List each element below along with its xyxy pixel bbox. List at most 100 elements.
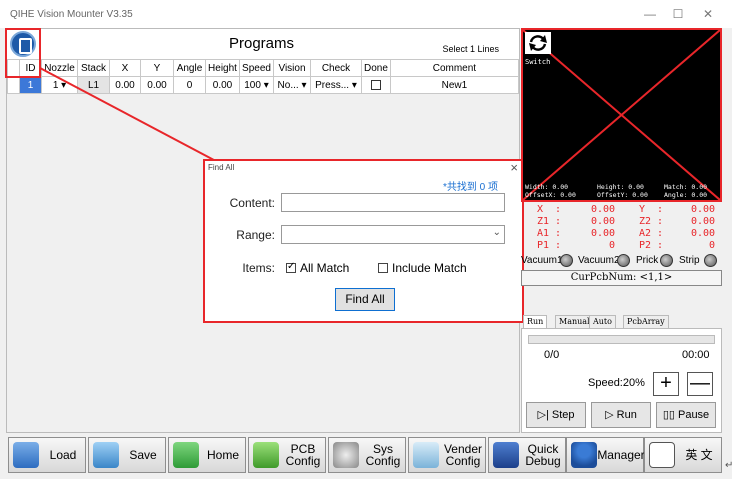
speed-minus-button[interactable]: —: [687, 372, 713, 396]
chevron-down-icon[interactable]: ⌄: [493, 227, 501, 238]
include-match-label: Include Match: [392, 261, 467, 275]
switch-arrows: [529, 35, 547, 51]
cell-y[interactable]: 0.00: [140, 76, 174, 94]
cell-angle[interactable]: 0: [173, 76, 206, 94]
pause-label: Pause: [677, 409, 710, 421]
a1-label: A1 :: [537, 228, 562, 239]
step-button[interactable]: ▷| Step: [526, 402, 586, 428]
gears-icon: [333, 442, 359, 468]
col-vision[interactable]: Vision: [273, 59, 311, 77]
pcb-config-button[interactable]: PCB Config: [248, 437, 326, 473]
axis-coordinates: X : 0.00 Y : 0.00 Z1 : 0.00 Z2 : 0.00 A1…: [521, 204, 722, 252]
all-match-label: All Match: [300, 261, 350, 275]
all-match-checkbox[interactable]: [286, 261, 296, 273]
col-x[interactable]: X: [109, 59, 141, 77]
main-window: QIHE Vision Mounter V3.35 — ☐ ✕ Programs…: [0, 0, 732, 479]
table-row[interactable]: 1 1 ▾ L1 0.00 0.00 0 0.00 100 ▾ No... ▾ …: [7, 76, 519, 94]
col-y[interactable]: Y: [140, 59, 174, 77]
cell-x[interactable]: 0.00: [109, 76, 141, 94]
cell-comment[interactable]: New1: [389, 76, 519, 94]
pause-icon: ▯▯: [662, 409, 675, 421]
chevron-down-icon[interactable]: ▾: [352, 80, 357, 91]
quick-debug-button[interactable]: Quick Debug: [488, 437, 566, 473]
col-comment[interactable]: Comment: [389, 59, 519, 77]
x-label: X :: [537, 204, 562, 215]
tab-manual[interactable]: Manual: [555, 315, 594, 329]
col-stack[interactable]: Stack: [77, 59, 110, 77]
nozzle-value: 1: [52, 79, 59, 91]
cell-check[interactable]: Press... ▾: [310, 76, 362, 94]
run-button[interactable]: ▷ Run: [591, 402, 651, 428]
range-select[interactable]: ⌄: [281, 225, 505, 244]
dialog-close-icon[interactable]: ×: [510, 160, 518, 175]
maximize-button[interactable]: ☐: [668, 6, 688, 22]
cell-stack[interactable]: L1: [77, 76, 110, 94]
sys-config-label: Sys Config: [365, 442, 401, 468]
vacuum2-led: [617, 254, 630, 267]
title-bar: QIHE Vision Mounter V3.35 — ☐ ✕: [0, 0, 732, 28]
tab-run[interactable]: Run: [523, 315, 548, 329]
folder-icon: [13, 442, 39, 468]
status-indicators: Vacuum1 Vacuum2 Prick Strip: [521, 253, 722, 269]
done-checkbox[interactable]: [370, 79, 381, 90]
run-time: 00:00: [682, 349, 710, 361]
step-label: Step: [551, 409, 575, 421]
annotation-highlight-find-button: [5, 28, 41, 78]
programs-header: Programs Select 1 Lines: [7, 29, 519, 59]
minimize-button[interactable]: —: [640, 6, 660, 22]
vacuum1-label: Vacuum1: [521, 255, 563, 266]
camera-height-info: Height: 0.00 OffsetY: 0.00: [597, 183, 648, 199]
col-nozzle[interactable]: Nozzle: [41, 59, 78, 77]
save-button[interactable]: Save: [88, 437, 166, 473]
content-input[interactable]: [281, 193, 505, 212]
cell-done[interactable]: [361, 76, 391, 94]
all-match-option[interactable]: All Match: [286, 261, 349, 275]
language-button[interactable]: 英 文: [644, 437, 722, 473]
camera-angle: Angle: 0.00: [664, 191, 708, 199]
include-match-checkbox[interactable]: [378, 263, 388, 273]
selected-lines-label: Select 1 Lines: [442, 44, 499, 54]
pause-button[interactable]: ▯▯ Pause: [656, 402, 716, 428]
home-button[interactable]: Home: [168, 437, 246, 473]
tab-auto[interactable]: Auto: [589, 315, 616, 329]
language-label: 英 文: [685, 448, 713, 462]
find-all-button[interactable]: Find All: [335, 288, 395, 311]
chevron-down-icon[interactable]: ▾: [61, 80, 66, 91]
programs-table: ID Nozzle Stack X Y Angle Height Speed V…: [7, 59, 519, 94]
prick-label: Prick: [636, 255, 659, 266]
vacuum1-led: [560, 254, 573, 267]
cell-nozzle[interactable]: 1 ▾: [41, 76, 78, 94]
speed-value: 100: [244, 79, 261, 91]
manager-button[interactable]: Manager: [566, 437, 645, 473]
quick-debug-label: Quick Debug: [525, 442, 561, 468]
sys-config-button[interactable]: Sys Config: [328, 437, 406, 473]
include-match-option[interactable]: Include Match: [378, 261, 467, 275]
switch-icon[interactable]: [525, 32, 551, 54]
camera-width-info: Width: 0.00 OffsetX: 0.00: [525, 183, 576, 199]
find-all-dialog: Find All × *共找到 0 项 Content: Range: ⌄ It…: [203, 159, 524, 323]
col-angle[interactable]: Angle: [173, 59, 206, 77]
vender-config-button[interactable]: Vender Config: [408, 437, 486, 473]
close-button[interactable]: ✕: [698, 6, 718, 22]
tab-pcbarray[interactable]: PcbArray: [623, 315, 669, 329]
text-cursor: ↵: [725, 460, 732, 471]
row-header[interactable]: [7, 76, 20, 94]
col-height[interactable]: Height: [205, 59, 240, 77]
strip-label: Strip: [679, 255, 700, 266]
cell-vision[interactable]: No... ▾: [273, 76, 311, 94]
chevron-down-icon[interactable]: ▾: [301, 80, 306, 91]
col-check[interactable]: Check: [310, 59, 362, 77]
load-label: Load: [49, 448, 77, 462]
speed-plus-button[interactable]: +: [653, 372, 679, 396]
col-done[interactable]: Done: [361, 59, 391, 77]
z1-label: Z1 :: [537, 216, 562, 227]
vender-config-label: Vender Config: [443, 442, 483, 468]
chevron-down-icon[interactable]: ▾: [264, 80, 269, 91]
cell-id[interactable]: 1: [19, 76, 42, 94]
bottom-toolbar: Load Save Home PCB Config Sys Config Ven…: [0, 435, 732, 479]
col-speed[interactable]: Speed: [239, 59, 274, 77]
cell-speed[interactable]: 100 ▾: [239, 76, 274, 94]
cell-height[interactable]: 0.00: [205, 76, 240, 94]
load-button[interactable]: Load: [8, 437, 86, 473]
vacuum2-label: Vacuum2: [578, 255, 620, 266]
